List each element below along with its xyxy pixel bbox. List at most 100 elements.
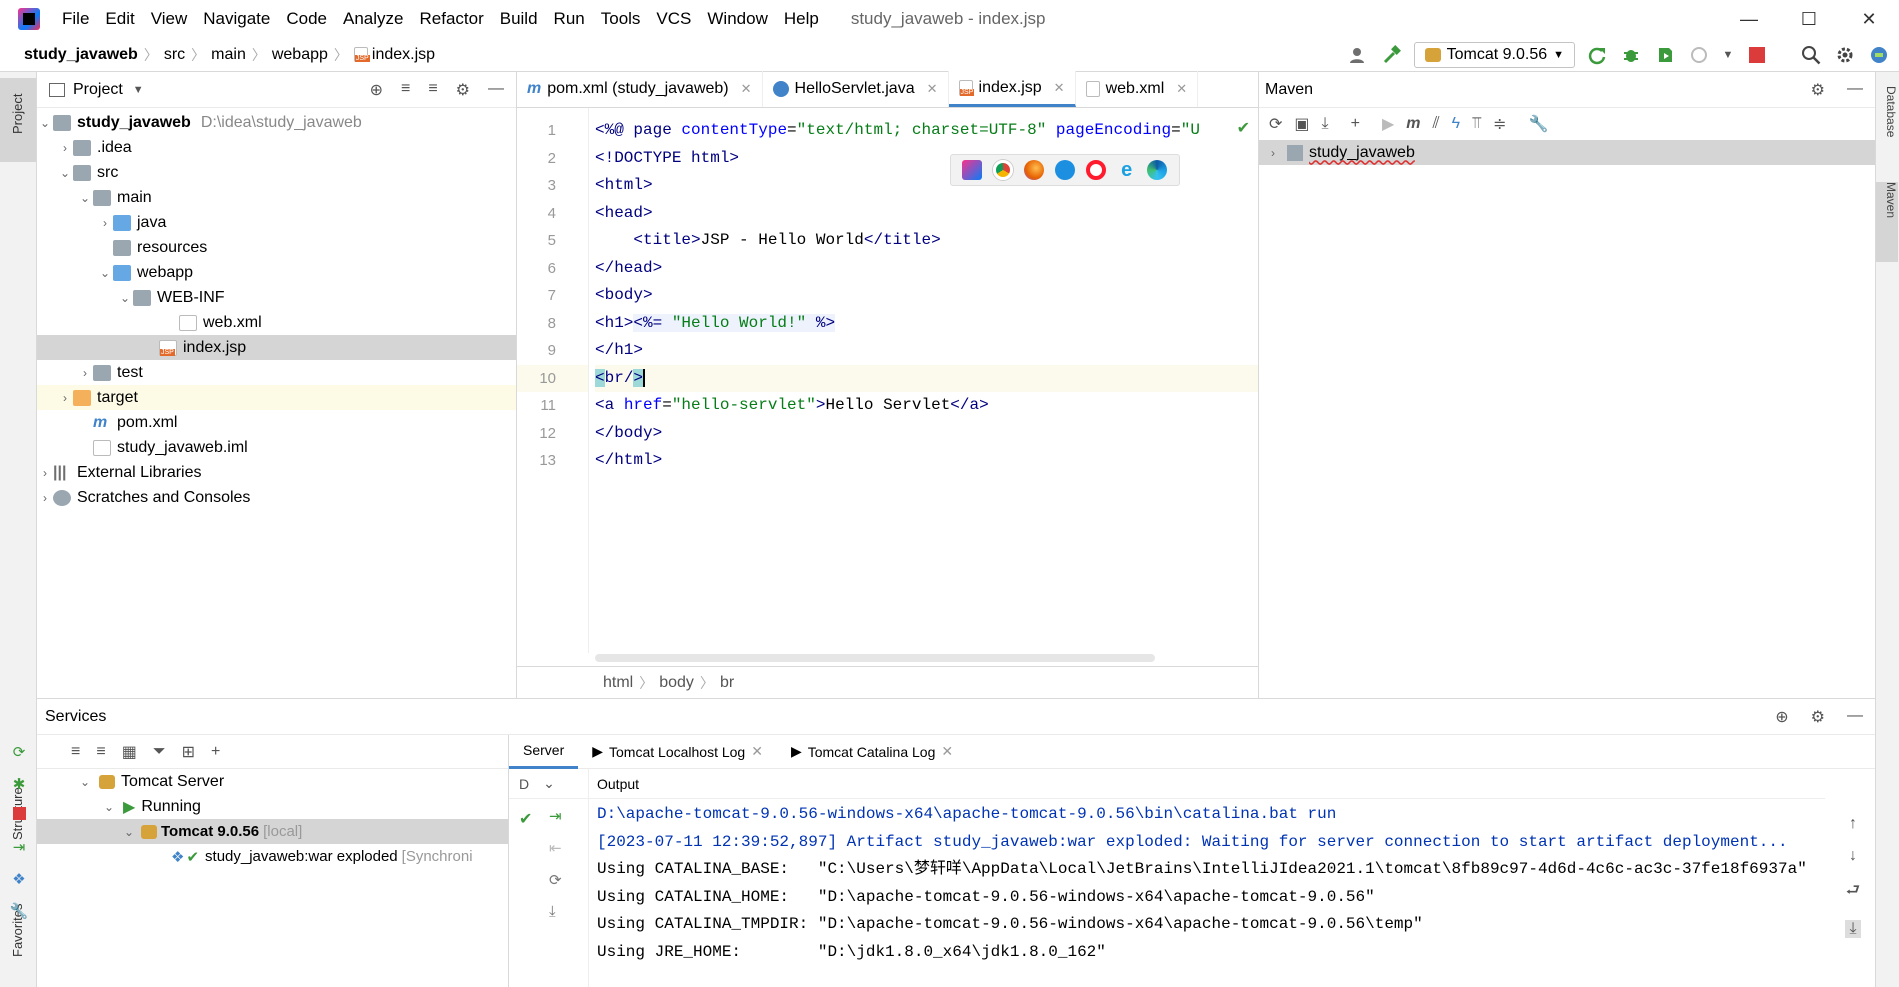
chevron-down-icon[interactable]: ⌄ bbox=[77, 775, 93, 789]
chevron-down-icon[interactable]: ⌄ bbox=[543, 775, 555, 792]
tree-item-resources[interactable]: resources bbox=[37, 235, 516, 260]
collapse-all-icon[interactable]: ≡ bbox=[428, 80, 437, 100]
database-tool-tab[interactable]: Database bbox=[1878, 86, 1898, 166]
expand-all-icon[interactable]: ≡ bbox=[71, 743, 80, 761]
tree-item-study-javaweb[interactable]: ⌄ study_javaweb D:\idea\study_javaweb bbox=[37, 110, 516, 135]
plugins-icon[interactable] bbox=[1867, 43, 1891, 67]
show-dependencies-icon[interactable]: ⫪ bbox=[1472, 115, 1481, 133]
close-icon[interactable]: ✕ bbox=[941, 743, 953, 760]
add-maven-project-icon[interactable]: ▣ bbox=[1294, 114, 1309, 134]
scroll-to-end-icon[interactable]: ⤓ bbox=[1845, 920, 1861, 938]
download-icon[interactable]: ⤓ bbox=[1322, 115, 1329, 133]
service-tomcat-server[interactable]: ⌄ Tomcat Server bbox=[37, 769, 508, 794]
run-configuration-select[interactable]: Tomcat 9.0.56 ▼ bbox=[1413, 42, 1575, 68]
chrome-icon[interactable] bbox=[993, 160, 1014, 180]
skip-tests-icon[interactable]: ϟ bbox=[1452, 115, 1460, 133]
chevron-right-icon[interactable]: › bbox=[1265, 146, 1281, 160]
breadcrumb-file[interactable]: index.jsp bbox=[372, 46, 435, 64]
rerun-icon[interactable]: ⟳ bbox=[13, 743, 26, 761]
expand-all-icon[interactable]: ≡ bbox=[401, 80, 410, 100]
close-button[interactable]: ✕ bbox=[1839, 0, 1899, 38]
tab-web-xml[interactable]: web.xml ✕ bbox=[1076, 71, 1199, 107]
inspection-ok-icon[interactable]: ✔ bbox=[1237, 118, 1250, 138]
chevron-down-icon[interactable]: ⌄ bbox=[57, 166, 73, 180]
soft-wrap-icon[interactable]: ⮐ bbox=[1846, 879, 1860, 906]
code-area[interactable]: <%@ page contentType="text/html; charset… bbox=[595, 108, 1258, 653]
tree-item-external-libraries[interactable]: › ||| External Libraries bbox=[37, 460, 516, 485]
chevron-right-icon[interactable]: › bbox=[37, 491, 53, 505]
tree-item-webapp[interactable]: ⌄ webapp bbox=[37, 260, 516, 285]
search-icon[interactable] bbox=[1799, 43, 1823, 67]
stop-icon[interactable] bbox=[12, 807, 26, 824]
tab-catalina-log[interactable]: ▶ Tomcat Catalina Log ✕ bbox=[777, 735, 967, 769]
chevron-right-icon[interactable]: › bbox=[97, 216, 113, 230]
service-tomcat-instance[interactable]: ⌄ Tomcat 9.0.56 [local] bbox=[37, 819, 508, 844]
tree-item-target[interactable]: › target bbox=[37, 385, 516, 410]
tree-item-web-inf[interactable]: ⌄ WEB-INF bbox=[37, 285, 516, 310]
project-tool-tab[interactable]: Project bbox=[0, 78, 36, 162]
tree-item-iml[interactable]: study_javaweb.iml bbox=[37, 435, 516, 460]
menu-run[interactable]: Run bbox=[546, 0, 593, 38]
intellij-browser-icon[interactable] bbox=[962, 160, 983, 180]
wrench-icon[interactable]: 🔧 bbox=[10, 902, 29, 920]
tab-server[interactable]: Server bbox=[509, 735, 579, 769]
reload-icon[interactable]: ⟳ bbox=[1269, 114, 1282, 134]
breadcrumb-webapp[interactable]: webapp bbox=[272, 46, 328, 64]
menu-analyze[interactable]: Analyze bbox=[335, 0, 411, 38]
deploy-all-icon[interactable]: ⇥ bbox=[549, 807, 588, 825]
update-icon[interactable]: ⤓ bbox=[549, 903, 588, 920]
hide-panel-icon[interactable]: — bbox=[1847, 707, 1863, 727]
chevron-right-icon[interactable]: › bbox=[57, 391, 73, 405]
up-arrow-icon[interactable]: ↑ bbox=[1849, 815, 1857, 833]
chevron-down-icon[interactable]: ⌄ bbox=[101, 800, 117, 814]
maximize-button[interactable]: ☐ bbox=[1779, 0, 1839, 38]
undeploy-icon[interactable]: ⇤ bbox=[549, 839, 588, 857]
add-icon[interactable]: + bbox=[1351, 115, 1360, 133]
breadcrumb-main[interactable]: main bbox=[211, 46, 246, 64]
maven-tool-tab[interactable]: Maven bbox=[1876, 182, 1898, 262]
tree-item-pom-xml[interactable]: m pom.xml bbox=[37, 410, 516, 435]
down-arrow-icon[interactable]: ↓ bbox=[1849, 847, 1857, 865]
new-tab-icon[interactable]: ⊞ bbox=[182, 742, 195, 762]
service-artifact[interactable]: ❖ ✔ study_javaweb:war exploded [Synchron… bbox=[37, 844, 508, 869]
menu-help[interactable]: Help bbox=[776, 0, 827, 38]
menu-refactor[interactable]: Refactor bbox=[411, 0, 491, 38]
chevron-right-icon[interactable]: › bbox=[57, 141, 73, 155]
stop-icon[interactable] bbox=[1745, 43, 1769, 67]
maven-settings-icon[interactable]: 🔧 bbox=[1529, 114, 1549, 134]
profile-icon[interactable] bbox=[1687, 43, 1711, 67]
user-icon[interactable] bbox=[1346, 43, 1370, 67]
chevron-down-icon[interactable]: ⌄ bbox=[97, 266, 113, 280]
toggle-offline-icon[interactable]: ⫽ bbox=[1433, 115, 1440, 133]
close-icon[interactable]: ✕ bbox=[751, 743, 763, 760]
locate-file-icon[interactable]: ⊕ bbox=[370, 80, 383, 100]
menu-edit[interactable]: Edit bbox=[97, 0, 142, 38]
tree-item-test[interactable]: › test bbox=[37, 360, 516, 385]
chevron-down-icon[interactable]: ⌄ bbox=[37, 116, 53, 130]
close-icon[interactable]: ✕ bbox=[741, 81, 752, 97]
add-service-icon[interactable]: + bbox=[211, 743, 220, 761]
maven-project-item[interactable]: › study_javaweb bbox=[1259, 140, 1875, 165]
menu-vcs[interactable]: VCS bbox=[648, 0, 699, 38]
settings-gear-icon[interactable]: ⚙ bbox=[456, 80, 470, 100]
menu-view[interactable]: View bbox=[143, 0, 196, 38]
chevron-right-icon[interactable]: › bbox=[77, 366, 93, 380]
build-hammer-icon[interactable] bbox=[1380, 43, 1404, 67]
artifact-icon[interactable]: ❖ bbox=[12, 870, 25, 888]
tab-pom-xml[interactable]: m pom.xml (study_javaweb) ✕ bbox=[517, 71, 763, 107]
tab-helloservlet-java[interactable]: HelloServlet.java ✕ bbox=[763, 71, 949, 107]
rerun-icon[interactable] bbox=[1585, 43, 1609, 67]
minimize-button[interactable]: — bbox=[1719, 0, 1779, 38]
safari-icon[interactable] bbox=[1054, 160, 1075, 180]
service-running-group[interactable]: ⌄ ▶ Running bbox=[37, 794, 508, 819]
debug-icon[interactable] bbox=[1619, 43, 1643, 67]
menu-window[interactable]: Window bbox=[699, 0, 775, 38]
breadcrumb-src[interactable]: src bbox=[164, 46, 185, 64]
tree-item-index-jsp[interactable]: index.jsp bbox=[37, 335, 516, 360]
chevron-down-icon[interactable]: ⌄ bbox=[121, 825, 137, 839]
settings-gear-icon[interactable]: ⚙ bbox=[1811, 707, 1825, 727]
run-icon[interactable]: ▶ bbox=[1382, 114, 1394, 134]
edge-icon[interactable] bbox=[1147, 160, 1168, 180]
tree-item-scratches[interactable]: › Scratches and Consoles bbox=[37, 485, 516, 510]
output-area[interactable]: Output D:\apache-tomcat-9.0.56-windows-x… bbox=[589, 769, 1825, 987]
